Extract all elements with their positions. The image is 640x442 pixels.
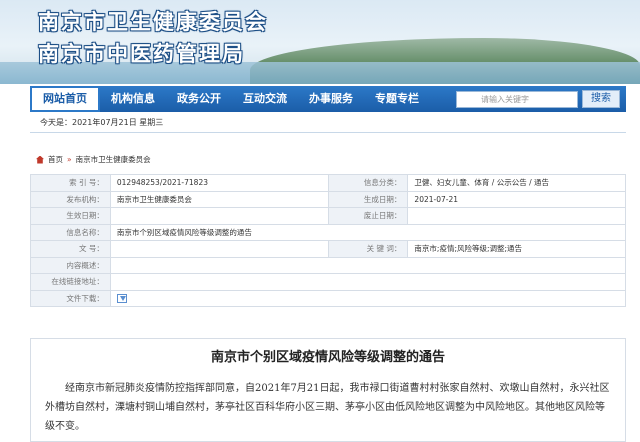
index-value: 012948253/2021-71823 bbox=[109, 174, 329, 192]
download-cell bbox=[109, 289, 627, 307]
index-label: 索 引 号： bbox=[30, 174, 111, 192]
main-nav: 网站首页 机构信息 政务公开 互动交流 办事服务 专题专栏 搜索 bbox=[30, 86, 626, 112]
article-body: 经南京市新冠肺炎疫情防控指挥部同意，自2021年7月21日起，我市禄口街道曹村村… bbox=[45, 383, 610, 432]
overview-label: 内容概述： bbox=[30, 256, 111, 274]
nav-item-gov[interactable]: 政务公开 bbox=[166, 86, 232, 112]
article: 南京市个别区域疫情风险等级调整的通告 经南京市新冠肺炎疫情防控指挥部同意，自20… bbox=[30, 338, 626, 442]
breadcrumb: 首页 » 南京市卫生健康委员会 bbox=[36, 154, 151, 165]
created-value: 2021-07-21 bbox=[407, 190, 626, 208]
doc-number-value bbox=[109, 240, 329, 258]
header-banner: 南京市卫生健康委员会 南京市中医药管理局 bbox=[0, 0, 640, 84]
publisher-value: 南京市卫生健康委员会 bbox=[109, 190, 329, 208]
effective-value bbox=[109, 207, 329, 225]
effective-label: 生效日期： bbox=[30, 207, 111, 225]
keywords-label: 关 键 词： bbox=[327, 240, 409, 258]
table-row: 生效日期： 废止日期： bbox=[30, 207, 626, 225]
table-row: 内容概述： bbox=[30, 256, 627, 274]
online-link-value[interactable] bbox=[109, 273, 627, 291]
breadcrumb-current[interactable]: 南京市卫生健康委员会 bbox=[76, 154, 151, 165]
nav-item-special[interactable]: 专题专栏 bbox=[364, 86, 430, 112]
site-title-line1: 南京市卫生健康委员会 bbox=[38, 9, 268, 34]
download-icon[interactable] bbox=[116, 294, 127, 303]
table-row: 索 引 号： 012948253/2021-71823 信息分类： 卫健、妇女儿… bbox=[30, 174, 626, 192]
breadcrumb-home[interactable]: 首页 bbox=[48, 154, 63, 165]
article-title: 南京市个别区域疫情风险等级调整的通告 bbox=[210, 350, 445, 365]
name-label: 信息名称： bbox=[30, 223, 111, 241]
nav-item-home[interactable]: 网站首页 bbox=[30, 86, 100, 112]
doc-number-label: 文 号： bbox=[30, 240, 111, 258]
nav-item-interact[interactable]: 互动交流 bbox=[232, 86, 298, 112]
keywords-value: 南京市;疫情;风险等级;调整;通告 bbox=[407, 240, 626, 258]
repeal-value bbox=[407, 207, 626, 225]
search-input[interactable] bbox=[456, 90, 578, 108]
category-label: 信息分类： bbox=[327, 174, 409, 192]
category-value: 卫健、妇女儿童、体育 / 公示公告 / 通告 bbox=[407, 174, 626, 192]
name-value: 南京市个别区域疫情风险等级调整的通告 bbox=[109, 223, 627, 241]
nav-item-service[interactable]: 办事服务 bbox=[298, 86, 364, 112]
download-label: 文件下载： bbox=[30, 289, 111, 307]
date-bar: 今天是：2021年07月21日 星期三 bbox=[30, 113, 626, 133]
repeal-label: 废止日期： bbox=[327, 207, 409, 225]
table-row: 文 号： 关 键 词： 南京市;疫情;风险等级;调整;通告 bbox=[30, 240, 626, 258]
online-link-label: 在线链接地址： bbox=[30, 273, 111, 291]
table-row: 在线链接地址： bbox=[30, 273, 627, 291]
info-table: 索 引 号： 012948253/2021-71823 信息分类： 卫健、妇女儿… bbox=[30, 174, 627, 307]
home-icon bbox=[36, 155, 44, 164]
overview-value bbox=[109, 256, 627, 274]
nav-item-org[interactable]: 机构信息 bbox=[100, 86, 166, 112]
table-row: 发布机构： 南京市卫生健康委员会 生成日期： 2021-07-21 bbox=[30, 190, 626, 208]
breadcrumb-separator: » bbox=[67, 155, 72, 164]
search-area: 搜索 bbox=[456, 90, 626, 108]
publisher-label: 发布机构： bbox=[30, 190, 111, 208]
table-row: 文件下载： bbox=[30, 289, 627, 307]
table-row: 信息名称： 南京市个别区域疫情风险等级调整的通告 bbox=[30, 223, 627, 241]
site-title-line2: 南京市中医药管理局 bbox=[38, 41, 245, 66]
created-label: 生成日期： bbox=[327, 190, 409, 208]
search-button[interactable]: 搜索 bbox=[582, 90, 620, 108]
